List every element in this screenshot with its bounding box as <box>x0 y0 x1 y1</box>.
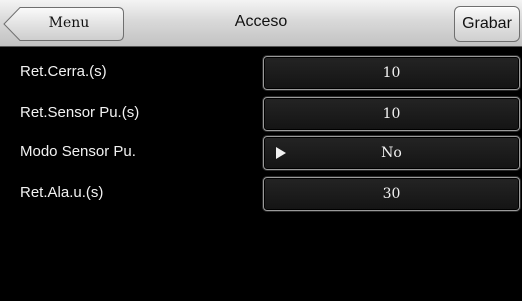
setting-row-door-close-delay: Ret.Cerra.(s) 10 <box>0 53 522 91</box>
door-sensor-mode-select[interactable]: No <box>263 136 520 170</box>
setting-value: 30 <box>382 186 401 202</box>
setting-label: Ret.Cerra.(s) <box>20 63 107 80</box>
setting-label: Ret.Ala.u.(s) <box>20 184 104 201</box>
setting-label: Modo Sensor Pu. <box>20 143 136 160</box>
alarm-delay-field[interactable]: 30 <box>263 177 520 211</box>
setting-row-door-sensor-delay: Ret.Sensor Pu.(s) 10 <box>0 94 522 132</box>
back-button-label: Menu <box>48 15 90 31</box>
setting-value: 10 <box>382 106 401 122</box>
setting-label: Ret.Sensor Pu.(s) <box>20 104 140 121</box>
door-close-delay-field[interactable]: 10 <box>263 56 520 90</box>
save-button-label: Grabar <box>462 15 512 32</box>
setting-value: 10 <box>382 65 401 81</box>
setting-row-alarm-delay: Ret.Ala.u.(s) 30 <box>0 174 522 212</box>
setting-value: No <box>381 145 402 161</box>
header-bar: Menu Acceso Grabar <box>0 0 522 47</box>
setting-row-door-sensor-mode: Modo Sensor Pu. No <box>0 133 522 171</box>
settings-panel: Ret.Cerra.(s) 10 Ret.Sensor Pu.(s) 10 Mo… <box>0 47 522 301</box>
save-button[interactable]: Grabar <box>454 6 520 42</box>
door-sensor-delay-field[interactable]: 10 <box>263 97 520 131</box>
back-menu-button[interactable]: Menu <box>3 6 125 42</box>
page-title: Acceso <box>234 13 288 30</box>
